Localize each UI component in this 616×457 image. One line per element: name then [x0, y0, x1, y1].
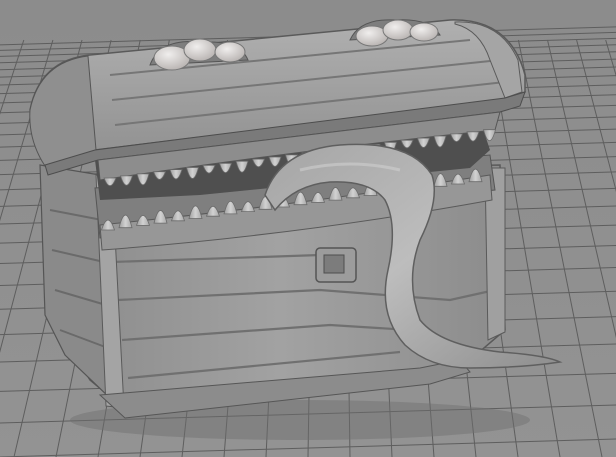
mimic-chest-icon[interactable] [29, 19, 563, 419]
eye-icon [183, 38, 217, 62]
eye-icon [214, 41, 246, 63]
eye-icon [409, 22, 439, 42]
viewport-canvas[interactable] [0, 0, 616, 457]
keyhole-icon [323, 254, 345, 274]
3d-viewport[interactable] [0, 0, 616, 457]
eye-icon [382, 19, 414, 41]
